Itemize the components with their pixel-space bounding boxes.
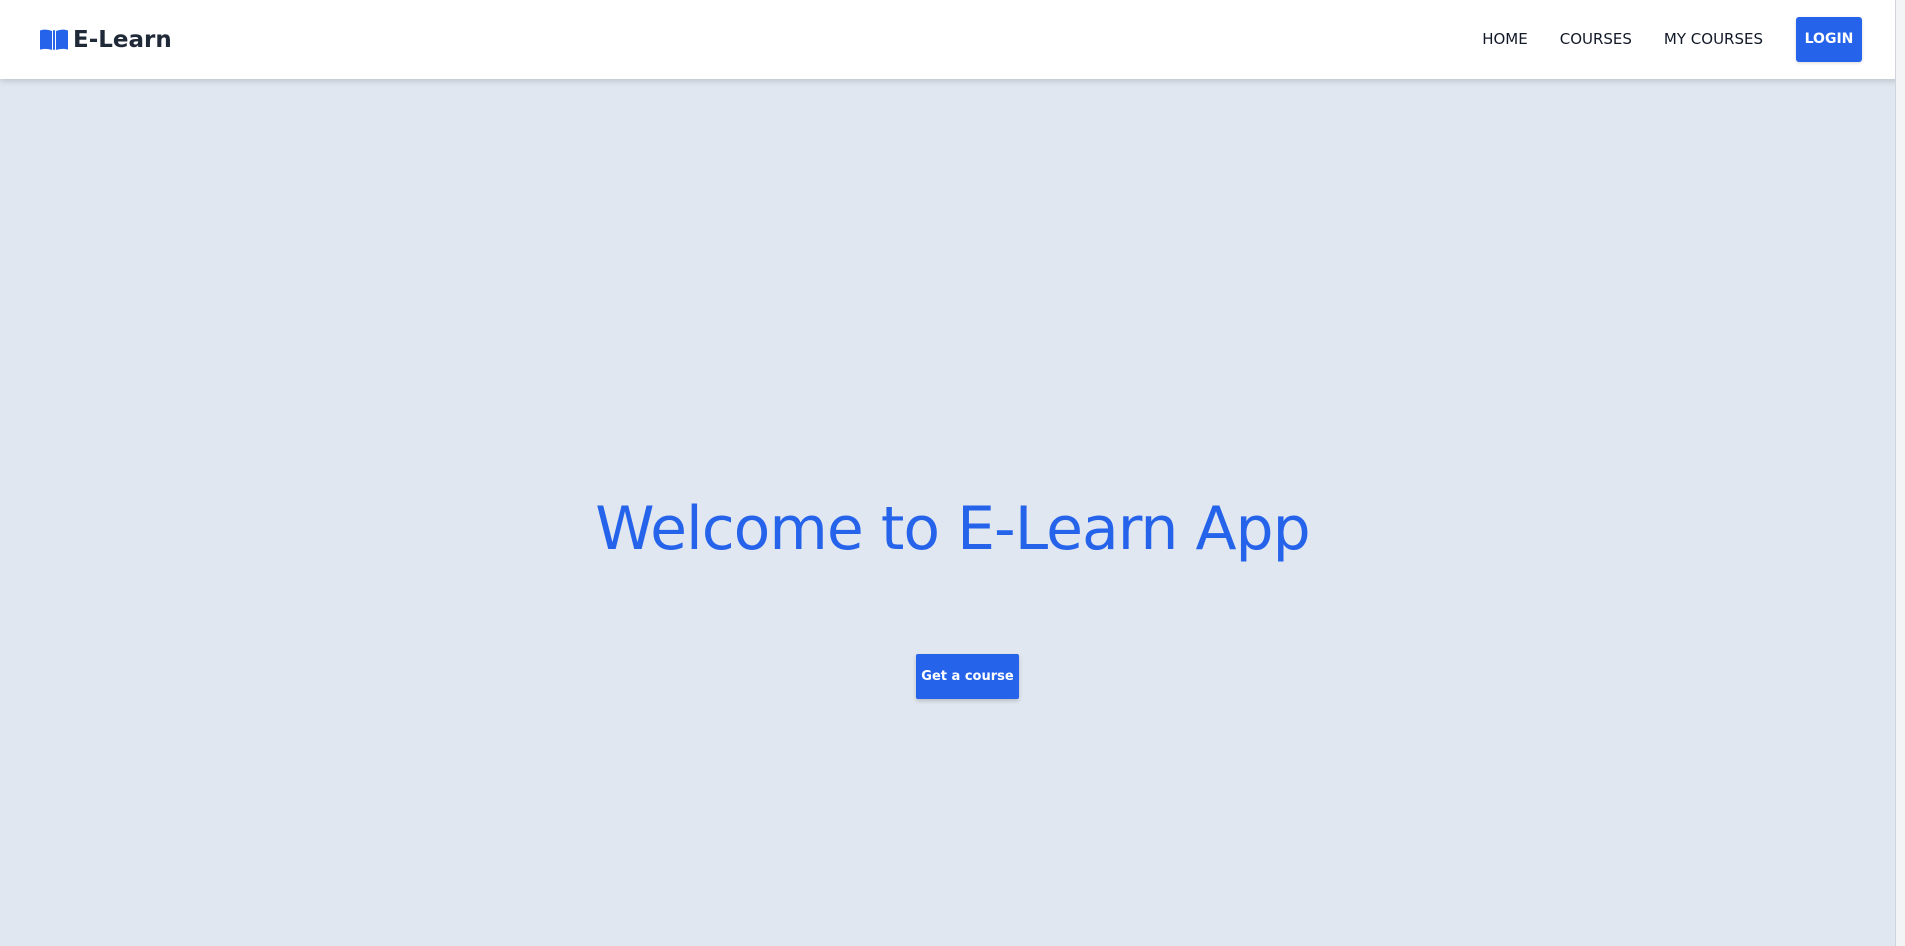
page-scroll-area: E-Learn HOME COURSES MY COURSES LOGIN We… [0,0,1905,946]
book-open-icon [40,29,68,50]
login-button[interactable]: LOGIN [1796,16,1862,62]
top-navbar: E-Learn HOME COURSES MY COURSES LOGIN [0,0,1905,79]
vertical-scrollbar[interactable] [1895,0,1905,946]
hero-section: Welcome to E-Learn App Get a course [0,79,1905,946]
browser-viewport: E-Learn HOME COURSES MY COURSES LOGIN We… [0,0,1905,946]
hero-title: Welcome to E-Learn App [595,494,1310,564]
nav-my-courses-link[interactable]: MY COURSES [1664,30,1763,48]
brand-name: E-Learn [73,27,172,53]
nav-home-link[interactable]: HOME [1482,30,1528,48]
nav-courses-link[interactable]: COURSES [1560,30,1632,48]
primary-navigation: HOME COURSES MY COURSES LOGIN [1482,16,1862,62]
brand-link[interactable]: E-Learn [39,24,172,56]
get-a-course-button[interactable]: Get a course [916,654,1019,699]
